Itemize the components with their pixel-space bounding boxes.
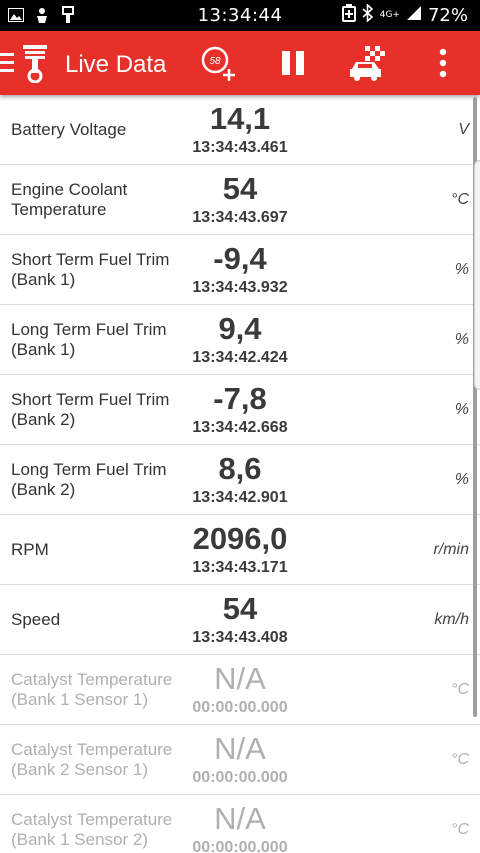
menu-icon[interactable] [0,53,14,73]
pid-unit: V [458,121,469,138]
pid-value: 54 [222,591,258,626]
pid-unit: °C [451,821,469,838]
overflow-menu-button[interactable] [421,41,465,85]
pid-value: 9,4 [218,311,262,346]
race-mode-button[interactable] [345,41,389,85]
pid-timestamp: 13:34:43.697 [192,209,288,226]
pid-unit: km/h [434,611,469,628]
list-item[interactable]: Long Term Fuel Trim (Bank 2) 8,6 13:34:4… [0,445,480,515]
list-item[interactable]: Catalyst Temperature (Bank 1 Sensor 2) N… [0,795,480,853]
pid-timestamp: 13:34:43.408 [192,629,288,646]
pid-timestamp: 13:34:42.901 [192,489,288,506]
pid-unit: % [454,401,469,418]
pause-icon [282,51,304,75]
pid-timestamp: 00:00:00.000 [192,839,288,853]
pid-value: 8,6 [218,451,262,486]
battery-saver-icon [341,4,356,27]
pid-timestamp: 13:34:42.424 [192,349,288,366]
pid-value: N/A [214,661,266,696]
edge-panel-handle[interactable] [474,160,480,390]
battery-level: 72% [427,5,468,26]
signal-icon [406,5,422,26]
list-item[interactable]: Short Term Fuel Trim (Bank 1) -9,4 13:34… [0,235,480,305]
pid-unit: °C [451,681,469,698]
pid-value: 54 [222,171,258,206]
list-item[interactable]: Engine Coolant Temperature 54 13:34:43.6… [0,165,480,235]
app-toolbar: Live Data 58 [0,31,480,95]
pid-timestamp: 00:00:00.000 [192,699,288,716]
network-type: 4G+ [379,10,400,20]
list-item[interactable]: Battery Voltage 14,1 13:34:43.461 V [0,95,480,165]
system-status: 4G+ 72% [341,3,468,27]
pid-timestamp: 13:34:42.668 [192,419,288,436]
list-item[interactable]: Speed 54 13:34:43.408 km/h [0,585,480,655]
pid-unit: r/min [433,541,469,558]
pid-timestamp: 13:34:43.461 [192,139,288,156]
pid-value: N/A [214,731,266,766]
add-gauge-button[interactable]: 58 [196,41,240,85]
pid-timestamp: 13:34:43.932 [192,279,288,296]
list-item[interactable]: Catalyst Temperature (Bank 2 Sensor 1) N… [0,725,480,795]
pid-unit: °C [451,751,469,768]
pid-unit: % [454,471,469,488]
svg-text:58: 58 [209,56,221,67]
pid-unit: % [454,261,469,278]
pid-value: N/A [214,801,266,836]
more-vert-icon [439,48,447,78]
pid-value: 14,1 [209,101,271,136]
pid-value: 2096,0 [192,521,288,556]
pid-timestamp: 13:34:43.171 [192,559,288,576]
pid-value: -7,8 [213,381,267,416]
list-item[interactable]: Short Term Fuel Trim (Bank 2) -7,8 13:34… [0,375,480,445]
pid-unit: °C [451,191,469,208]
status-bar: 13:34:44 4G+ 72% [0,0,480,31]
pid-timestamp: 00:00:00.000 [192,769,288,786]
pid-unit: % [454,331,469,348]
list-item[interactable]: RPM 2096,0 13:34:43.171 r/min [0,515,480,585]
list-item[interactable]: Long Term Fuel Trim (Bank 1) 9,4 13:34:4… [0,305,480,375]
pause-button[interactable] [271,41,315,85]
live-data-list[interactable]: Battery Voltage 14,1 13:34:43.461 V Engi… [0,95,480,853]
gauge-add-icon: 58 [201,46,235,81]
list-item[interactable]: Catalyst Temperature (Bank 1 Sensor 1) N… [0,655,480,725]
bluetooth-icon [362,3,374,27]
page-title: Live Data [65,51,167,78]
racing-car-flag-icon [350,46,385,81]
pid-value: -9,4 [213,241,267,276]
piston-logo-icon [20,43,50,84]
